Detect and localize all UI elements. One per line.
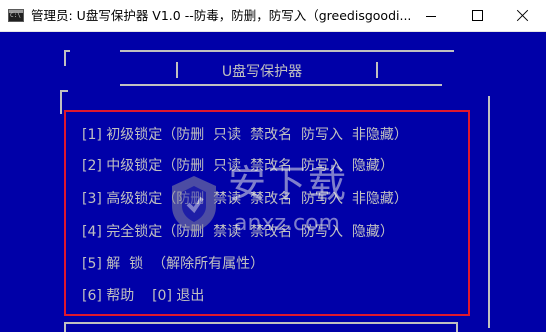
frame-mid-line [120,84,442,86]
frame-right-line [488,96,490,328]
frame-bottom-line [64,322,458,324]
frame-banner-left [176,62,178,78]
watermark-brand-cn: 安下载 [228,162,349,206]
maximize-icon [472,10,483,21]
frame-sub-line [60,90,62,114]
frame-top-line [120,50,454,52]
app-banner-title: U盘写保护器 [221,64,303,80]
console-app-icon [8,9,24,22]
title-bar[interactable]: 管理员: U盘写保护器 V1.0 --防毒，防删，防写入（greedisgood… [0,0,546,32]
menu-option-basic-lock: [1] 初级锁定（防删 只读 禁改名 防写入 非隐藏） [82,127,408,143]
frame-bottom-line [456,322,458,332]
menu-option-unlock: [5] 解 锁 （解除所有属性） [82,256,265,272]
maximize-button[interactable] [454,0,500,31]
frame-banner-right [376,62,378,78]
frame-left-line [64,50,66,66]
minimize-icon [426,16,436,17]
watermark: 安下载 anxz.com [168,162,378,248]
watermark-shield-icon [172,176,216,232]
close-button[interactable] [500,0,546,31]
close-icon [517,9,529,21]
window-title: 管理员: U盘写保护器 V1.0 --防毒，防删，防写入（greedisgood… [31,8,411,23]
watermark-brand-en: anxz.com [234,211,340,236]
console-window: 管理员: U盘写保护器 V1.0 --防毒，防删，防写入（greedisgood… [0,0,546,332]
minimize-button[interactable] [408,0,454,31]
menu-option-help-exit: [6] 帮助 [0] 退出 [82,288,205,304]
frame-sub-line [60,90,68,92]
